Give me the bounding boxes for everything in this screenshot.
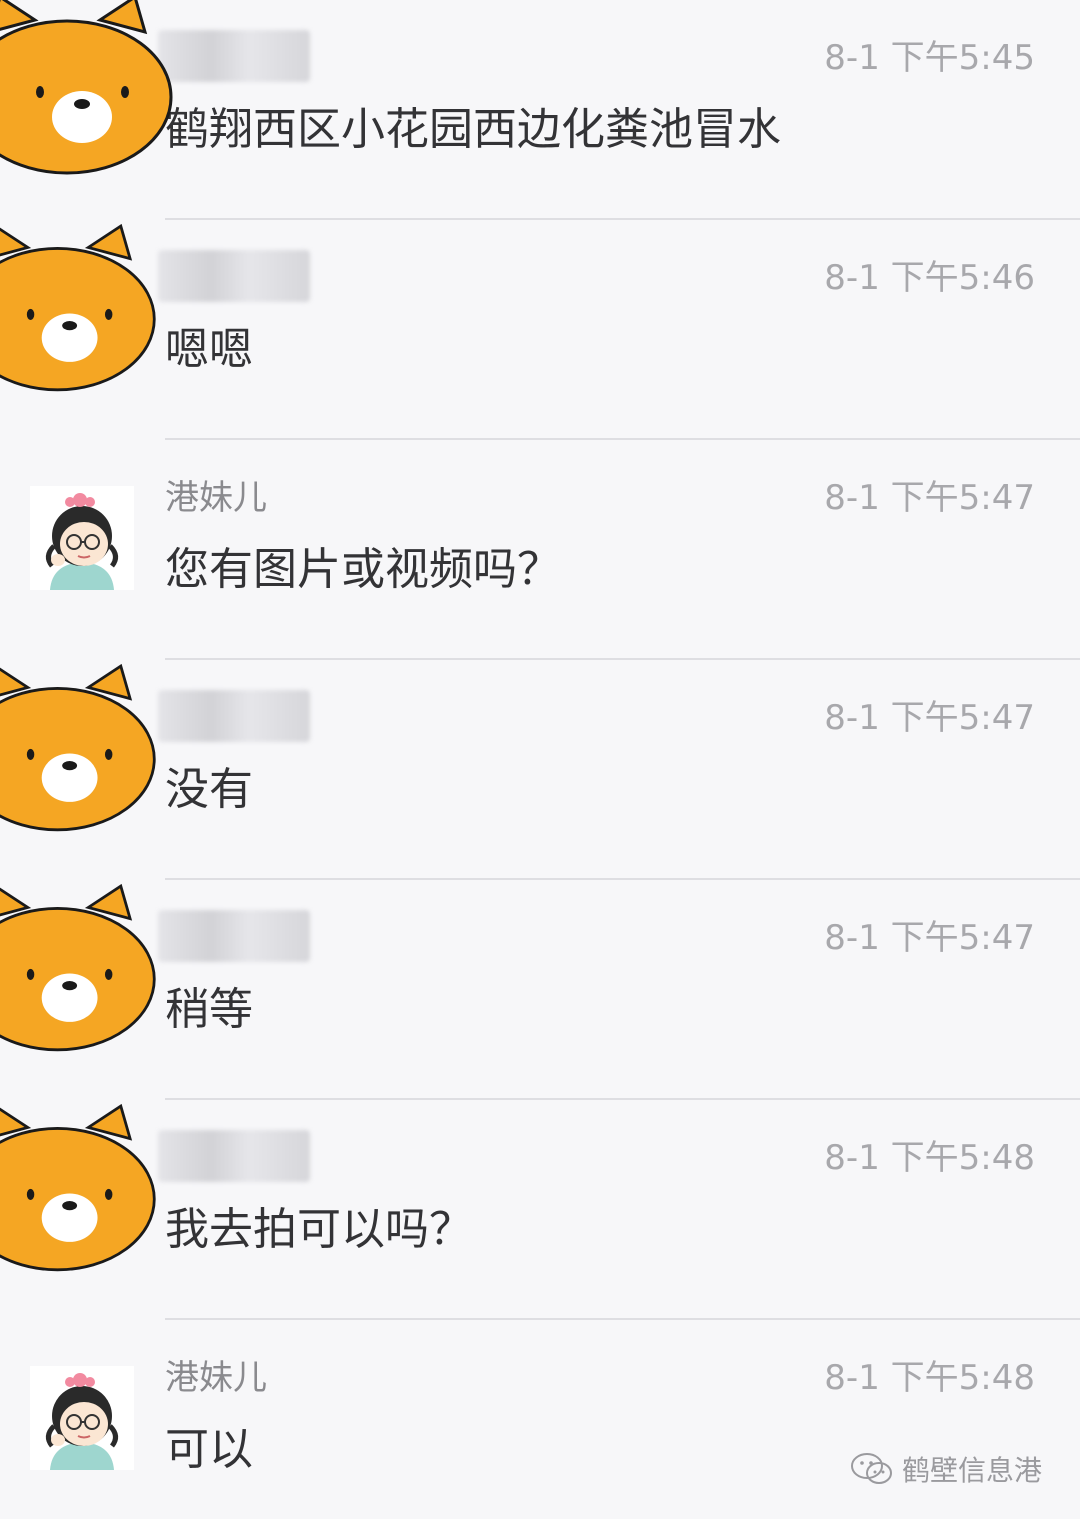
bear-avatar-icon[interactable] <box>0 1100 158 1275</box>
sender-name: 港妹儿 <box>165 1358 267 1398</box>
message-text: 嗯嗯 <box>165 324 253 375</box>
chat-message-list: 8-1 下午5:45 鹤翔西区小花园西边化粪池冒水 8-1 下午5:46 嗯嗯 <box>0 0 1080 1519</box>
bear-avatar-icon[interactable] <box>0 880 158 1055</box>
message-text: 我去拍可以吗？ <box>165 1204 473 1255</box>
message-text: 可以 <box>165 1424 253 1475</box>
list-item[interactable]: 8-1 下午5:47 稍等 <box>0 880 1080 1100</box>
watermark-text: 鹤壁信息港 <box>901 1454 1042 1487</box>
sender-name-blurred <box>158 250 310 302</box>
sender-name-blurred <box>158 910 310 962</box>
message-text: 稍等 <box>165 984 253 1035</box>
message-time: 8-1 下午5:48 <box>824 1358 1035 1398</box>
girl-avatar-icon[interactable] <box>30 1366 134 1470</box>
message-text: 没有 <box>165 764 253 815</box>
sender-name-blurred <box>158 30 310 82</box>
list-item[interactable]: 8-1 下午5:48 我去拍可以吗？ <box>0 1100 1080 1320</box>
sender-name-blurred <box>158 1130 310 1182</box>
sender-name-blurred <box>158 690 310 742</box>
girl-avatar-icon[interactable] <box>30 486 134 590</box>
message-time: 8-1 下午5:48 <box>824 1138 1035 1178</box>
bear-avatar-icon[interactable] <box>0 220 158 395</box>
wechat-icon <box>850 1453 892 1484</box>
watermark: 鹤壁信息港 <box>850 1449 1042 1489</box>
message-time: 8-1 下午5:47 <box>824 698 1035 738</box>
bear-avatar-icon[interactable] <box>0 0 175 177</box>
message-time: 8-1 下午5:46 <box>824 258 1035 298</box>
list-item[interactable]: 港妹儿 8-1 下午5:47 您有图片或视频吗？ <box>0 440 1080 660</box>
message-time: 8-1 下午5:45 <box>824 38 1035 78</box>
message-time: 8-1 下午5:47 <box>824 478 1035 518</box>
list-item[interactable]: 港妹儿 8-1 下午5:48 可以 <box>0 1320 1080 1519</box>
message-time: 8-1 下午5:47 <box>824 918 1035 958</box>
sender-name: 港妹儿 <box>165 478 267 518</box>
list-item[interactable]: 8-1 下午5:46 嗯嗯 <box>0 220 1080 440</box>
bear-avatar-icon[interactable] <box>0 660 158 835</box>
message-text: 您有图片或视频吗？ <box>165 544 561 595</box>
list-item[interactable]: 8-1 下午5:45 鹤翔西区小花园西边化粪池冒水 <box>0 0 1080 220</box>
message-text: 鹤翔西区小花园西边化粪池冒水 <box>165 104 781 155</box>
list-item[interactable]: 8-1 下午5:47 没有 <box>0 660 1080 880</box>
